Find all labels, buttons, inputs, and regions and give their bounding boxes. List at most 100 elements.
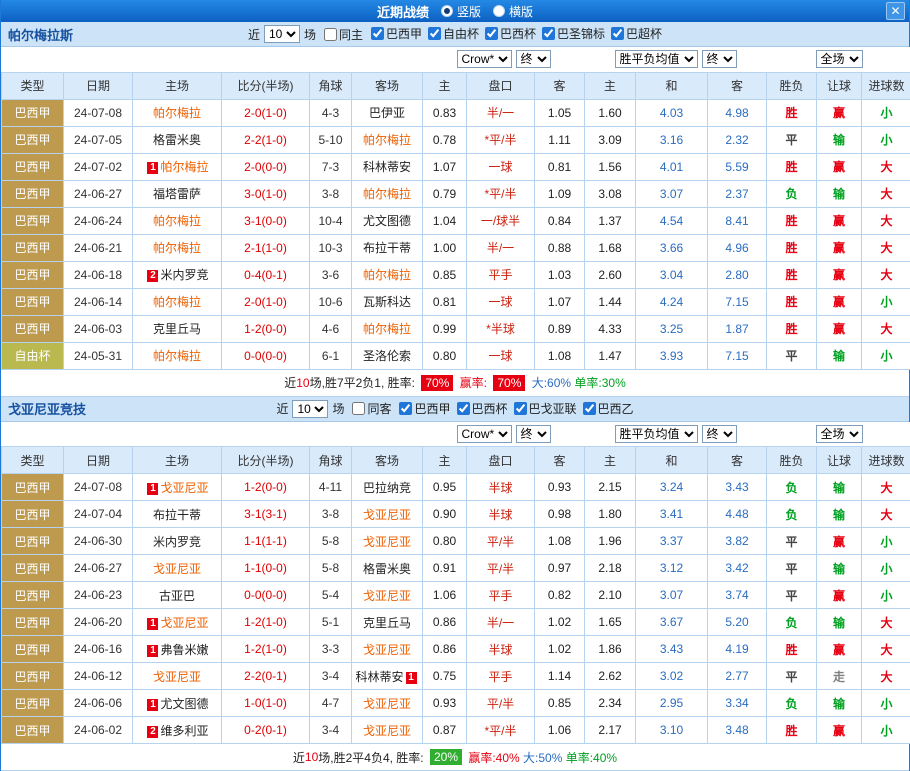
eu-draw-odds: 4.03 [636,99,708,126]
league-checkbox[interactable] [399,402,412,415]
ah-home-odds: 0.85 [423,261,467,288]
home-team-cell: 1尤文图德 [133,690,222,717]
column-header-row: 类型日期主场比分(半场)角球客场主盘口客主和客胜负让球进球数 [2,447,910,474]
handicap-result-cell: 输 [817,555,862,582]
match-count-select[interactable]: 10 [292,400,328,418]
layout-radio-horizontal[interactable]: 横版 [493,3,533,20]
league-label: 巴西甲 [386,25,422,42]
ah-home-odds: 0.99 [423,315,467,342]
corner-cell: 4-6 [310,315,352,342]
scope-selects: 全场 [767,422,910,447]
europe-final-select[interactable]: 终 [702,425,737,443]
summary-segment: 大:60% [528,374,571,391]
team-label: 帕尔梅拉 [153,106,201,120]
odds-company-select[interactable]: Crow* [457,50,512,68]
titlebar: 近期战绩 竖版 横版 ✕ [1,0,909,22]
europe-value-select[interactable]: 胜平负均值 [615,425,698,443]
league-type-cell: 巴西甲 [2,153,64,180]
league-filter[interactable]: 巴西甲 [371,25,422,42]
eu-home-odds: 2.34 [585,690,636,717]
team-section-home: 帕尔梅拉斯 近 10 场 同主 巴西甲自由杯巴西杯巴圣锦标巴超杯 [1,22,909,397]
asian-final-select[interactable]: 终 [516,425,551,443]
league-checkbox[interactable] [514,402,527,415]
result-cell: 平 [767,555,817,582]
scope-select[interactable]: 全场 [816,425,863,443]
league-checkbox[interactable] [428,27,441,40]
ah-away-odds: 1.06 [535,717,585,744]
europe-value-select[interactable]: 胜平负均值 [615,50,698,68]
corner-cell: 3-4 [310,717,352,744]
eu-draw-odds: 3.93 [636,342,708,369]
match-row: 巴西甲24-06-03克里丘马1-2(0-0)4-6帕尔梅拉0.99*半球0.8… [2,315,910,342]
result-cell: 胜 [767,207,817,234]
same-venue-label: 同主 [339,26,363,43]
column-header: 类型 [2,72,64,99]
match-row: 巴西甲24-06-022维多利亚0-2(0-1)3-4戈亚尼亚0.87*平/半1… [2,717,910,744]
ah-away-odds: 0.97 [535,555,585,582]
league-checkbox[interactable] [542,27,555,40]
match-row: 巴西甲24-06-30米内罗竞1-1(1-1)5-8戈亚尼亚0.80平/半1.0… [2,528,910,555]
handicap-result-cell: 赢 [817,717,862,744]
team-label: 格雷米奥 [363,562,411,576]
date-cell: 24-06-30 [64,528,133,555]
selects-spacer [2,422,423,447]
eu-draw-odds: 3.07 [636,582,708,609]
league-filter[interactable]: 巴超杯 [611,25,662,42]
scope-select[interactable]: 全场 [816,50,863,68]
goals-cell: 小 [862,342,910,369]
match-count-select[interactable]: 10 [264,25,300,43]
score-cell: 0-0(0-0) [222,342,310,369]
team-label: 尤文图德 [363,214,411,228]
home-team-cell: 1帕尔梅拉 [133,153,222,180]
league-filter[interactable]: 巴圣锦标 [542,25,605,42]
team-label: 帕尔梅拉 [363,133,411,147]
matches-table: Crow*终 胜平负均值终 全场 类型日期主场比分(半场)角球客场主盘口客主和客… [1,47,910,370]
team-name: 帕尔梅拉斯 [8,25,73,44]
date-cell: 24-06-06 [64,690,133,717]
match-row: 巴西甲24-07-05格雷米奥2-2(1-0)5-10帕尔梅拉0.78*平/半1… [2,126,910,153]
handicap-result-cell: 赢 [817,582,862,609]
league-filter[interactable]: 自由杯 [428,25,479,42]
layout-radio-vertical[interactable]: 竖版 [441,3,481,20]
column-header: 比分(半场) [222,72,310,99]
league-checkbox[interactable] [485,27,498,40]
same-venue-checkbox[interactable] [352,402,365,415]
eu-away-odds: 3.48 [708,717,767,744]
league-filter[interactable]: 巴西杯 [485,25,536,42]
section-header: 戈亚尼亚竞技 近 10 场 同客 巴西甲巴西杯巴戈亚联巴西乙 [1,397,909,422]
league-checkbox[interactable] [611,27,624,40]
date-cell: 24-06-27 [64,555,133,582]
corner-cell: 10-4 [310,207,352,234]
same-venue-filter[interactable]: 同主 [324,26,363,43]
team-label: 戈亚尼亚 [153,670,201,684]
column-header: 和 [636,72,708,99]
ah-home-odds: 0.83 [423,99,467,126]
same-venue-checkbox[interactable] [324,28,337,41]
eu-away-odds: 3.74 [708,582,767,609]
league-checkbox[interactable] [583,402,596,415]
eu-away-odds: 4.98 [708,99,767,126]
league-checkbox[interactable] [371,27,384,40]
league-checkbox[interactable] [457,402,470,415]
team-label: 科林蒂安 [355,670,403,684]
league-filter[interactable]: 巴戈亚联 [514,400,577,417]
eu-away-odds: 4.48 [708,501,767,528]
date-cell: 24-06-20 [64,609,133,636]
asian-final-select[interactable]: 终 [516,50,551,68]
team-name: 戈亚尼亚竞技 [8,399,86,418]
league-filter-list: 巴西甲巴西杯巴戈亚联巴西乙 [393,400,633,418]
team-label: 格雷米奥 [153,133,201,147]
handicap-result-cell: 走 [817,663,862,690]
league-filter[interactable]: 巴西杯 [457,400,508,417]
league-filter[interactable]: 巴西乙 [583,400,634,417]
europe-final-select[interactable]: 终 [702,50,737,68]
team-section-away: 戈亚尼亚竞技 近 10 场 同客 巴西甲巴西杯巴戈亚联巴西乙 [1,397,909,771]
close-icon[interactable]: ✕ [886,2,905,20]
date-cell: 24-06-16 [64,636,133,663]
same-venue-filter[interactable]: 同客 [352,400,391,417]
summary-segment: 大:50% [520,749,563,766]
odds-company-select[interactable]: Crow* [457,425,512,443]
eu-draw-odds: 3.43 [636,636,708,663]
league-filter[interactable]: 巴西甲 [399,400,450,417]
team-label: 帕尔梅拉 [363,322,411,336]
